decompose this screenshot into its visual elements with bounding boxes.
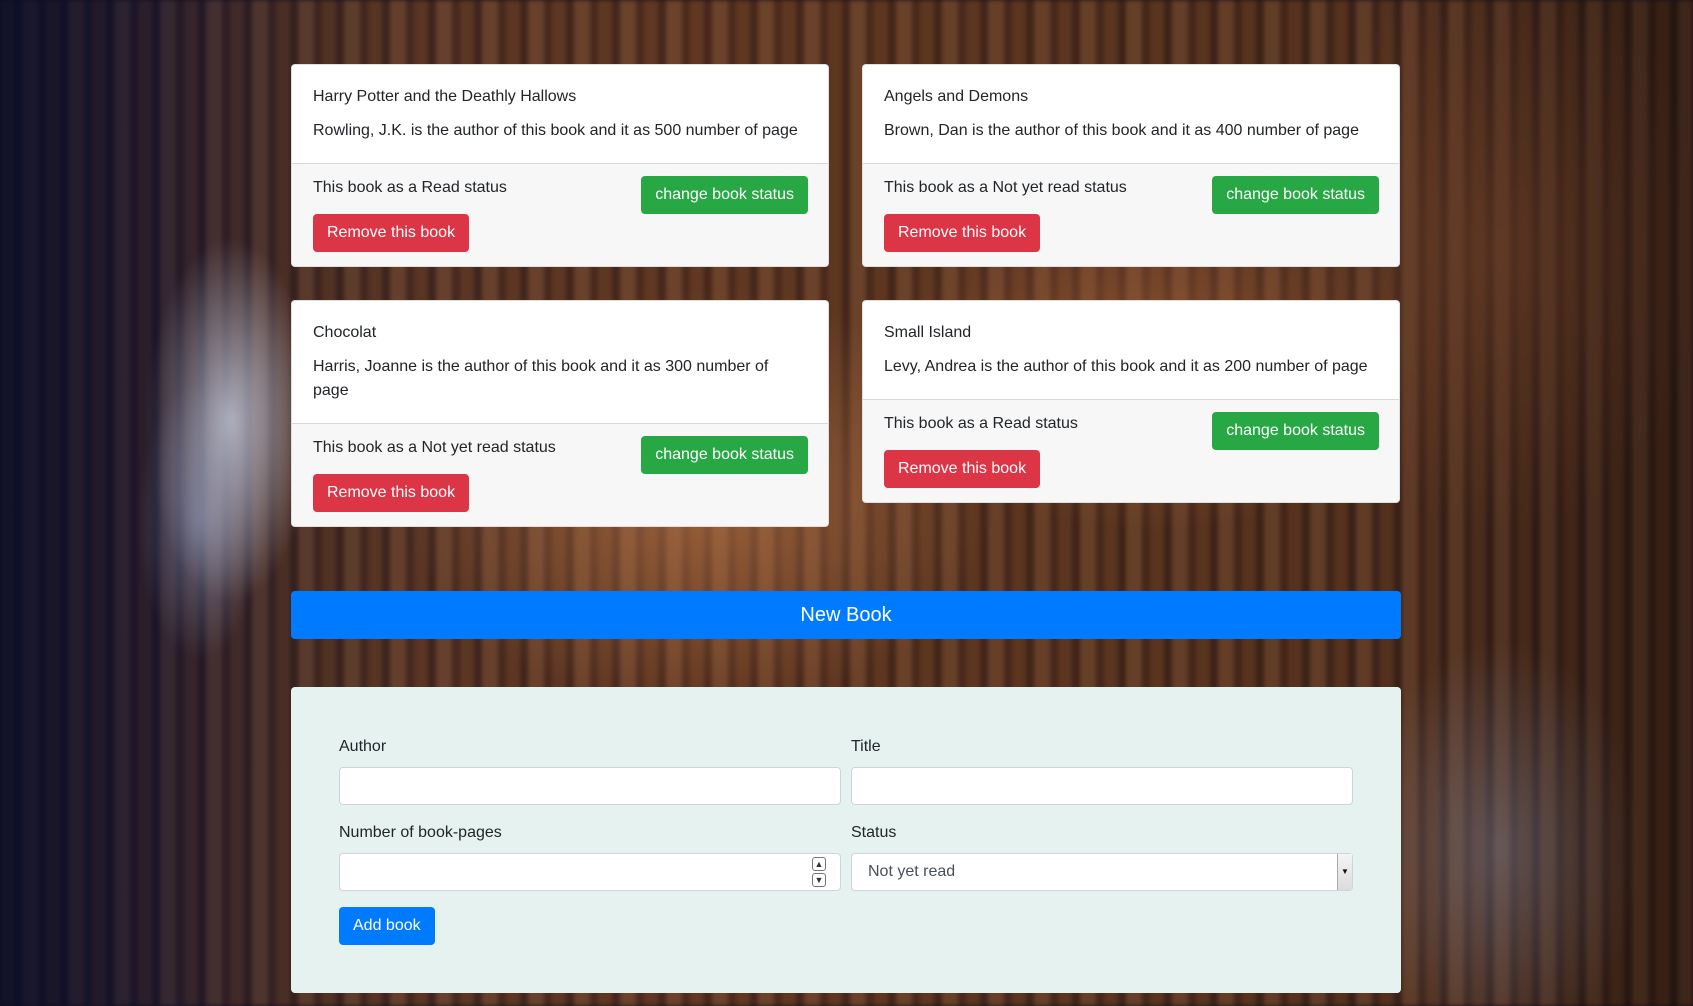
book-card: Small Island Levy, Andrea is the author … bbox=[862, 300, 1400, 503]
number-spinner: ▲ ▼ bbox=[812, 857, 828, 887]
title-input[interactable] bbox=[851, 767, 1353, 805]
book-description: Rowling, J.K. is the author of this book… bbox=[313, 122, 798, 139]
book-description: Harris, Joanne is the author of this boo… bbox=[313, 358, 769, 399]
add-book-form: Author Title Number of book-pages ▲ ▼ St… bbox=[291, 687, 1401, 993]
status-select[interactable]: Not yet read ▼ bbox=[851, 853, 1353, 891]
form-row: Author Title bbox=[339, 735, 1353, 805]
book-card-body: Small Island Levy, Andrea is the author … bbox=[863, 301, 1399, 399]
status-label: Status bbox=[851, 824, 897, 841]
status-selected-value: Not yet read bbox=[868, 863, 956, 880]
book-title: Angels and Demons bbox=[884, 88, 1029, 105]
book-card-body: Angels and Demons Brown, Dan is the auth… bbox=[863, 65, 1399, 163]
book-list: Harry Potter and the Deathly Hallows Row… bbox=[291, 64, 1401, 527]
remove-book-button[interactable]: Remove this book bbox=[884, 450, 1041, 488]
new-book-button[interactable]: New Book bbox=[291, 591, 1401, 639]
book-card-footer: This book as a Not yet read status chang… bbox=[292, 423, 828, 526]
book-title: Small Island bbox=[884, 324, 972, 341]
pages-label: Number of book-pages bbox=[339, 824, 502, 841]
title-group: Title bbox=[851, 735, 1353, 805]
book-card: Harry Potter and the Deathly Hallows Row… bbox=[291, 64, 829, 267]
pages-group: Number of book-pages ▲ ▼ bbox=[339, 821, 841, 891]
book-title: Chocolat bbox=[313, 324, 377, 341]
change-status-button[interactable]: change book status bbox=[1212, 176, 1379, 214]
change-status-button[interactable]: change book status bbox=[1212, 412, 1379, 450]
chevron-down-icon[interactable]: ▼ bbox=[1337, 854, 1352, 890]
remove-book-button[interactable]: Remove this book bbox=[313, 214, 470, 252]
change-status-button[interactable]: change book status bbox=[641, 176, 808, 214]
book-card-footer: This book as a Read status change book s… bbox=[292, 163, 828, 266]
remove-book-button[interactable]: Remove this book bbox=[884, 214, 1041, 252]
book-card-body: Harry Potter and the Deathly Hallows Row… bbox=[292, 65, 828, 163]
remove-book-button[interactable]: Remove this book bbox=[313, 474, 470, 512]
book-description: Brown, Dan is the author of this book an… bbox=[884, 122, 1359, 139]
main-container: Harry Potter and the Deathly Hallows Row… bbox=[291, 64, 1401, 993]
book-card-body: Chocolat Harris, Joanne is the author of… bbox=[292, 301, 828, 423]
form-row: Number of book-pages ▲ ▼ Status Not yet … bbox=[339, 821, 1353, 891]
title-label: Title bbox=[851, 738, 881, 755]
add-book-button[interactable]: Add book bbox=[339, 907, 435, 945]
author-input[interactable] bbox=[339, 767, 841, 805]
book-title: Harry Potter and the Deathly Hallows bbox=[313, 88, 577, 105]
book-card: Chocolat Harris, Joanne is the author of… bbox=[291, 300, 829, 527]
author-group: Author bbox=[339, 735, 841, 805]
pages-input[interactable]: ▲ ▼ bbox=[339, 853, 841, 891]
author-label: Author bbox=[339, 738, 387, 755]
book-card-footer: This book as a Not yet read status chang… bbox=[863, 163, 1399, 266]
change-status-button[interactable]: change book status bbox=[641, 436, 808, 474]
status-group: Status Not yet read ▼ bbox=[851, 821, 1353, 891]
book-card: Angels and Demons Brown, Dan is the auth… bbox=[862, 64, 1400, 267]
book-description: Levy, Andrea is the author of this book … bbox=[884, 358, 1368, 375]
spin-up-icon[interactable]: ▲ bbox=[812, 857, 826, 871]
book-card-footer: This book as a Read status change book s… bbox=[863, 399, 1399, 502]
spin-down-icon[interactable]: ▼ bbox=[812, 873, 826, 887]
